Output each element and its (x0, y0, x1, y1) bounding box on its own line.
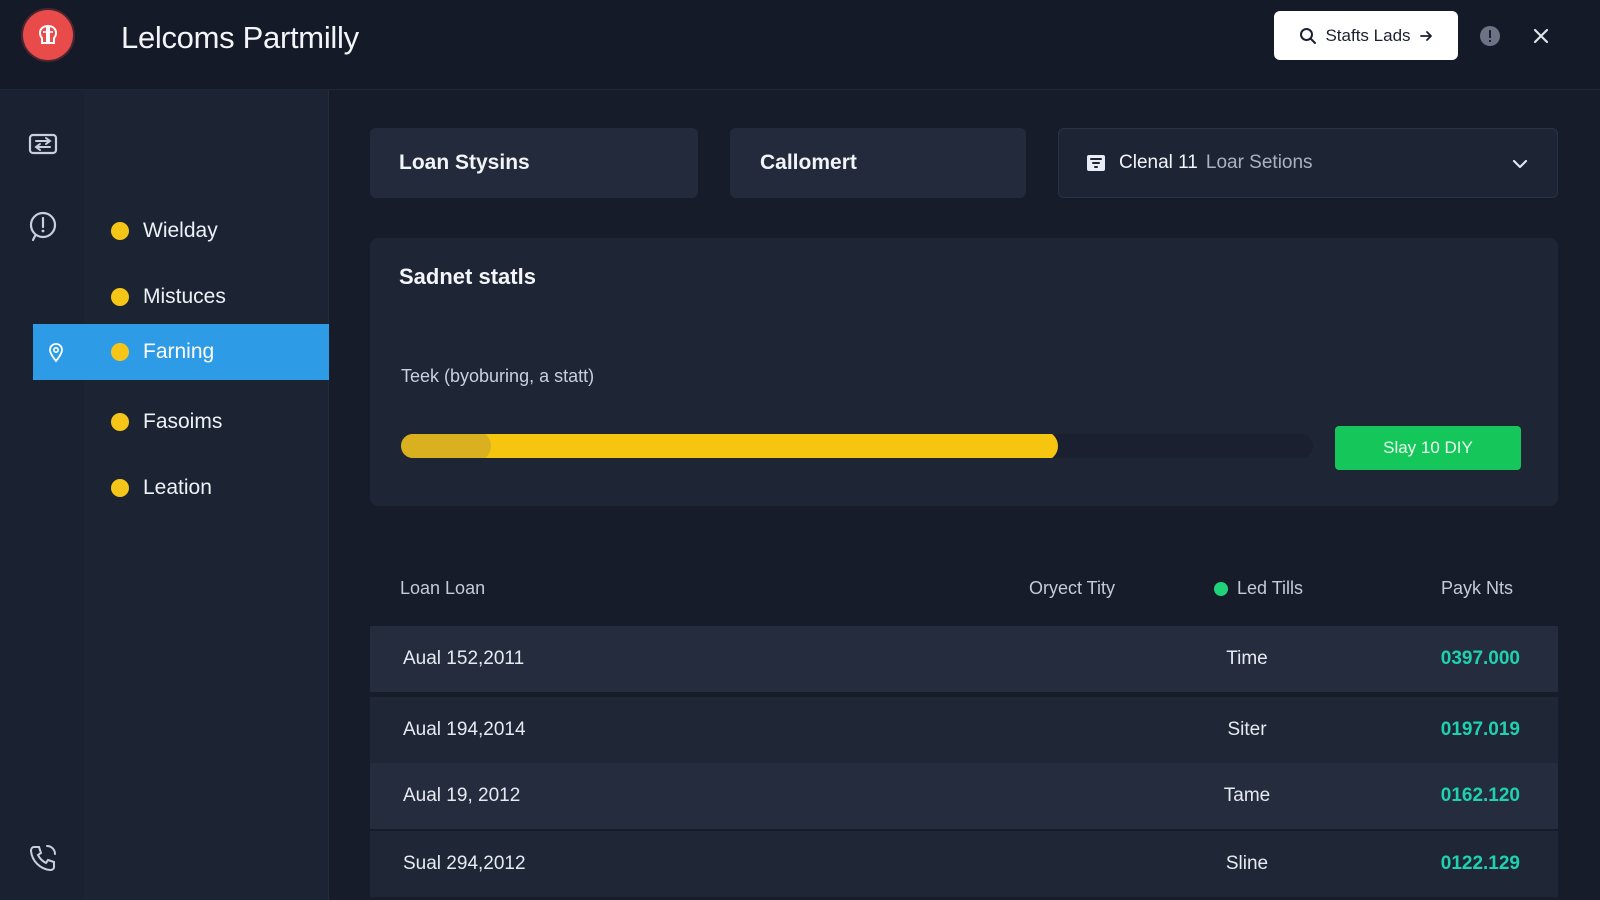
column-header-status[interactable]: Led Tills (1214, 578, 1303, 599)
status-dot (111, 413, 129, 431)
dropdown-prefix: Clenal 11 (1119, 152, 1198, 173)
info-icon[interactable] (1479, 25, 1501, 47)
sidebar-item-leation[interactable]: Leation (84, 460, 329, 516)
sidebar-nav: Wielday Mistuces Farning Fasoims Leation (33, 90, 329, 900)
start-loads-button[interactable]: Stafts Lads (1274, 11, 1458, 60)
close-icon[interactable] (1529, 24, 1553, 48)
status-dot (111, 222, 129, 240)
sidebar-item-label: Farning (143, 340, 215, 363)
filter-icon (1087, 155, 1105, 171)
cell-amount: 0122.129 (1440, 853, 1520, 874)
sidebar-item-mistuces[interactable]: Mistuces (84, 269, 329, 325)
column-header-label: Led Tills (1237, 578, 1304, 598)
tab-callomert[interactable]: Callomert (730, 128, 1026, 198)
status-dot (111, 343, 129, 361)
sidebar-item-wielday[interactable]: Wielday (84, 203, 329, 259)
progress-label: Teek (byoburing, a statt) (401, 366, 595, 386)
progress-fill (401, 434, 1058, 458)
sidebar-item-label: Fasoims (143, 410, 223, 433)
location-pin-icon (49, 343, 63, 363)
chevron-down-icon (1512, 159, 1528, 169)
status-dot (1214, 581, 1228, 596)
panel-title: Sadnet statls (399, 264, 536, 289)
sidebar-item-label: Wielday (143, 219, 218, 242)
progress-bar (401, 434, 1313, 458)
dropdown-value: Loar Setions (1205, 152, 1313, 173)
arrow-right-icon (1419, 30, 1432, 41)
status-action-button[interactable]: Slay 10 DIY (1335, 426, 1521, 470)
table-row[interactable]: Sual 294,2012 Sline 0122.129 (370, 831, 1558, 897)
top-bar: Lelcoms Partmilly Stafts Lads (0, 0, 1600, 90)
sidebar-item-farning[interactable]: Farning (33, 324, 329, 380)
table-row[interactable]: Aual 152,2011 Time 0397.000 (370, 626, 1558, 692)
column-header-loan[interactable]: Loan Loan (400, 578, 485, 599)
start-loads-label: Stafts Lads (1325, 25, 1411, 45)
app-logo[interactable] (23, 10, 73, 60)
sidebar-item-fasoims[interactable]: Fasoims (84, 394, 329, 450)
cell-type: Sline (1225, 853, 1269, 874)
phone-history-icon[interactable] (25, 840, 61, 876)
table-row[interactable]: Aual 194,2014 Siter 0197.019 (370, 697, 1558, 763)
column-header-payments[interactable]: Payk Nts (1441, 578, 1513, 599)
cell-type: Siter (1227, 719, 1267, 740)
cell-date: Aual 152,2011 (403, 648, 525, 669)
cell-type: Time (1226, 648, 1268, 669)
status-dot (111, 479, 129, 497)
table-row[interactable]: Aual 19, 2012 Tame 0162.120 (370, 763, 1558, 829)
cell-date: Aual 19, 2012 (403, 785, 521, 806)
transfer-icon[interactable] (25, 126, 61, 162)
app-title: Lelcoms Partmilly (121, 20, 359, 55)
status-dot (111, 288, 129, 306)
clock-alert-icon[interactable] (25, 208, 61, 244)
cell-date: Aual 194,2014 (403, 719, 526, 740)
brain-icon (38, 25, 58, 44)
status-panel: Sadnet statls Teek (byoburing, a statt) … (370, 238, 1558, 506)
loan-settings-dropdown[interactable]: Clenal 11 Loar Setions (1058, 128, 1558, 198)
sidebar-item-label: Leation (143, 476, 212, 499)
column-header-type[interactable]: Oryect Tity (1029, 578, 1115, 599)
cell-type: Tame (1223, 785, 1271, 806)
search-icon (1300, 27, 1317, 44)
sidebar-item-label: Mistuces (143, 285, 226, 308)
cell-amount: 0162.120 (1440, 785, 1520, 806)
cell-amount: 0197.019 (1440, 719, 1520, 740)
cell-date: Sual 294,2012 (403, 853, 526, 874)
cell-amount: 0397.000 (1440, 648, 1520, 669)
icon-rail (0, 90, 84, 900)
tab-loan-systems[interactable]: Loan Stysins (370, 128, 698, 198)
